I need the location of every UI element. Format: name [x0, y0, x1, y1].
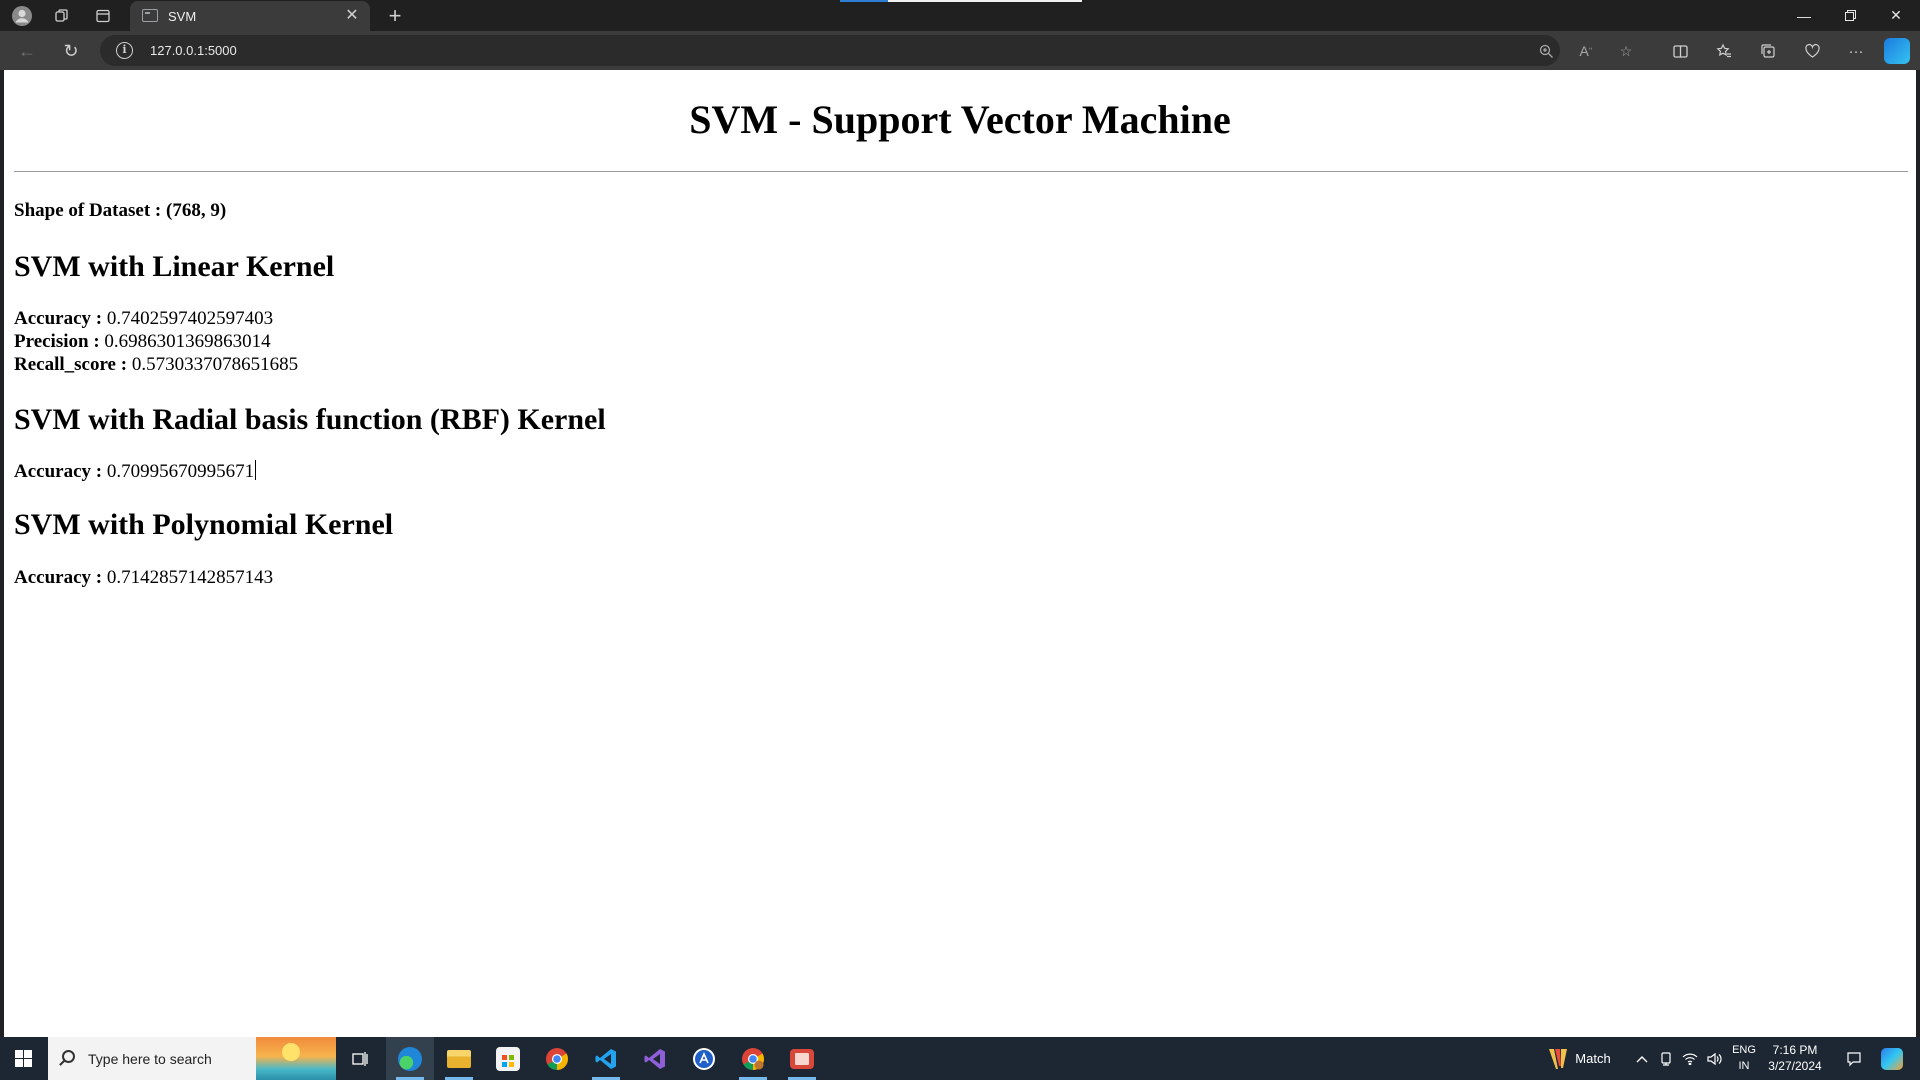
taskbar-search-box[interactable]: Type here to search — [48, 1037, 256, 1080]
search-icon — [62, 1050, 75, 1063]
page-title: SVM - Support Vector Machine — [689, 97, 1231, 142]
rbf-kernel-heading: SVM with Radial basis function (RBF) Ker… — [14, 403, 606, 436]
copilot-icon[interactable] — [1884, 38, 1910, 64]
metric-label: Accuracy : — [14, 567, 103, 588]
start-button[interactable] — [0, 1037, 46, 1080]
volume-icon[interactable] — [1702, 1037, 1726, 1080]
rbf-accuracy: Accuracy : 0.70995670995671 — [14, 460, 257, 483]
metric-value: 0.7142857142857143 — [106, 567, 274, 588]
dataset-shape: Shape of Dataset : (768, 9) — [14, 200, 227, 221]
more-menu-icon[interactable]: ··· — [1843, 38, 1869, 64]
metric-value: 0.70995670995671 — [106, 461, 255, 482]
search-highlight-image[interactable] — [256, 1037, 336, 1080]
browser-tab-bar: SVM ✕ + — ✕ — [0, 0, 1920, 31]
collections-icon[interactable] — [1755, 38, 1781, 64]
tab-title: SVM — [168, 9, 197, 24]
metric-value: 0.7402597402597403 — [106, 308, 274, 329]
poly-accuracy: Accuracy : 0.7142857142857143 — [14, 567, 273, 589]
minimize-icon[interactable]: — — [1781, 0, 1827, 31]
chrome-profile-app-icon[interactable] — [729, 1037, 777, 1080]
tab-svm[interactable]: SVM ✕ — [130, 1, 370, 31]
copilot-taskbar-icon[interactable] — [1872, 1037, 1912, 1080]
browser-toolbar: ← ↻ i 127.0.0.1:5000 A ʼʼ ☆ ··· — [0, 31, 1920, 70]
web-page-content: SVM - Support Vector Machine Shape of Da… — [4, 70, 1916, 1037]
linear-kernel-heading: SVM with Linear Kernel — [14, 250, 335, 283]
language-code: ENG — [1732, 1044, 1756, 1056]
split-screen-icon[interactable] — [1667, 38, 1693, 64]
site-info-icon[interactable]: i — [116, 42, 133, 59]
page-favicon-icon — [142, 9, 158, 22]
zoom-icon[interactable] — [1534, 39, 1558, 63]
input-language-indicator[interactable]: ENG IN — [1726, 1042, 1762, 1074]
file-explorer-icon[interactable] — [435, 1037, 483, 1080]
drag-region-indicator — [840, 0, 1082, 2]
meet-now-icon[interactable] — [1654, 1037, 1678, 1080]
metric-label: Accuracy : — [14, 461, 103, 482]
metric-label: Accuracy : — [14, 308, 103, 329]
clock-date: 3/27/2024 — [1768, 1059, 1822, 1073]
close-tab-icon[interactable]: ✕ — [342, 6, 362, 26]
favorites-icon[interactable] — [1711, 38, 1737, 64]
tab-actions-icon[interactable] — [91, 4, 115, 28]
system-clock[interactable]: 7:16 PM 3/27/2024 — [1760, 1042, 1830, 1074]
visual-studio-icon[interactable] — [631, 1037, 679, 1080]
title-divider — [14, 171, 1908, 172]
windows-logo-icon — [14, 1050, 32, 1067]
taskbar: Type here to search Match ENG IN 7:16 PM… — [0, 1037, 1920, 1080]
profile-icon[interactable] — [10, 4, 34, 28]
show-hidden-icons-chevron-icon[interactable] — [1630, 1037, 1654, 1080]
edge-app-icon[interactable] — [386, 1037, 434, 1080]
chrome-app-icon[interactable] — [533, 1037, 581, 1080]
search-placeholder: Type here to search — [88, 1051, 212, 1067]
favorite-star-icon[interactable]: ☆ — [1614, 39, 1638, 63]
back-icon[interactable]: ← — [13, 37, 41, 65]
presentation-app-icon[interactable] — [778, 1037, 826, 1080]
new-tab-button[interactable]: + — [382, 3, 408, 29]
metric-value: 0.5730337078651685 — [131, 354, 299, 375]
wifi-icon[interactable] — [1678, 1037, 1702, 1080]
url-text[interactable]: 127.0.0.1:5000 — [150, 43, 237, 58]
polynomial-kernel-heading: SVM with Polynomial Kernel — [14, 508, 394, 541]
notifications-icon[interactable] — [1836, 1037, 1872, 1080]
region-code: IN — [1738, 1060, 1750, 1072]
metric-label: Precision : — [14, 331, 100, 352]
vscode-app-icon[interactable] — [582, 1037, 630, 1080]
restore-icon[interactable] — [1827, 0, 1873, 31]
metric-value: 0.6986301369863014 — [104, 331, 271, 352]
linear-accuracy: Accuracy : 0.7402597402597403 — [14, 308, 273, 330]
clock-time: 7:16 PM — [1772, 1043, 1818, 1057]
app-store-badge-icon[interactable] — [680, 1037, 728, 1080]
address-bar[interactable]: i 127.0.0.1:5000 A ʼʼ ☆ — [100, 35, 1632, 66]
browser-essentials-icon[interactable] — [1799, 38, 1825, 64]
metric-label: Recall_score : — [14, 354, 128, 375]
refresh-icon[interactable]: ↻ — [57, 37, 85, 65]
close-window-icon[interactable]: ✕ — [1873, 0, 1919, 31]
read-aloud-icon[interactable]: A ʼʼ — [1574, 39, 1598, 63]
store-app-icon[interactable] — [484, 1037, 532, 1080]
task-view-icon[interactable] — [336, 1037, 384, 1080]
linear-recall: Recall_score : 0.5730337078651685 — [14, 354, 298, 376]
workspaces-icon[interactable] — [50, 4, 74, 28]
linear-precision: Precision : 0.6986301369863014 — [14, 331, 271, 353]
weather-label[interactable]: Match — [1570, 1037, 1616, 1080]
text-cursor — [255, 460, 257, 480]
